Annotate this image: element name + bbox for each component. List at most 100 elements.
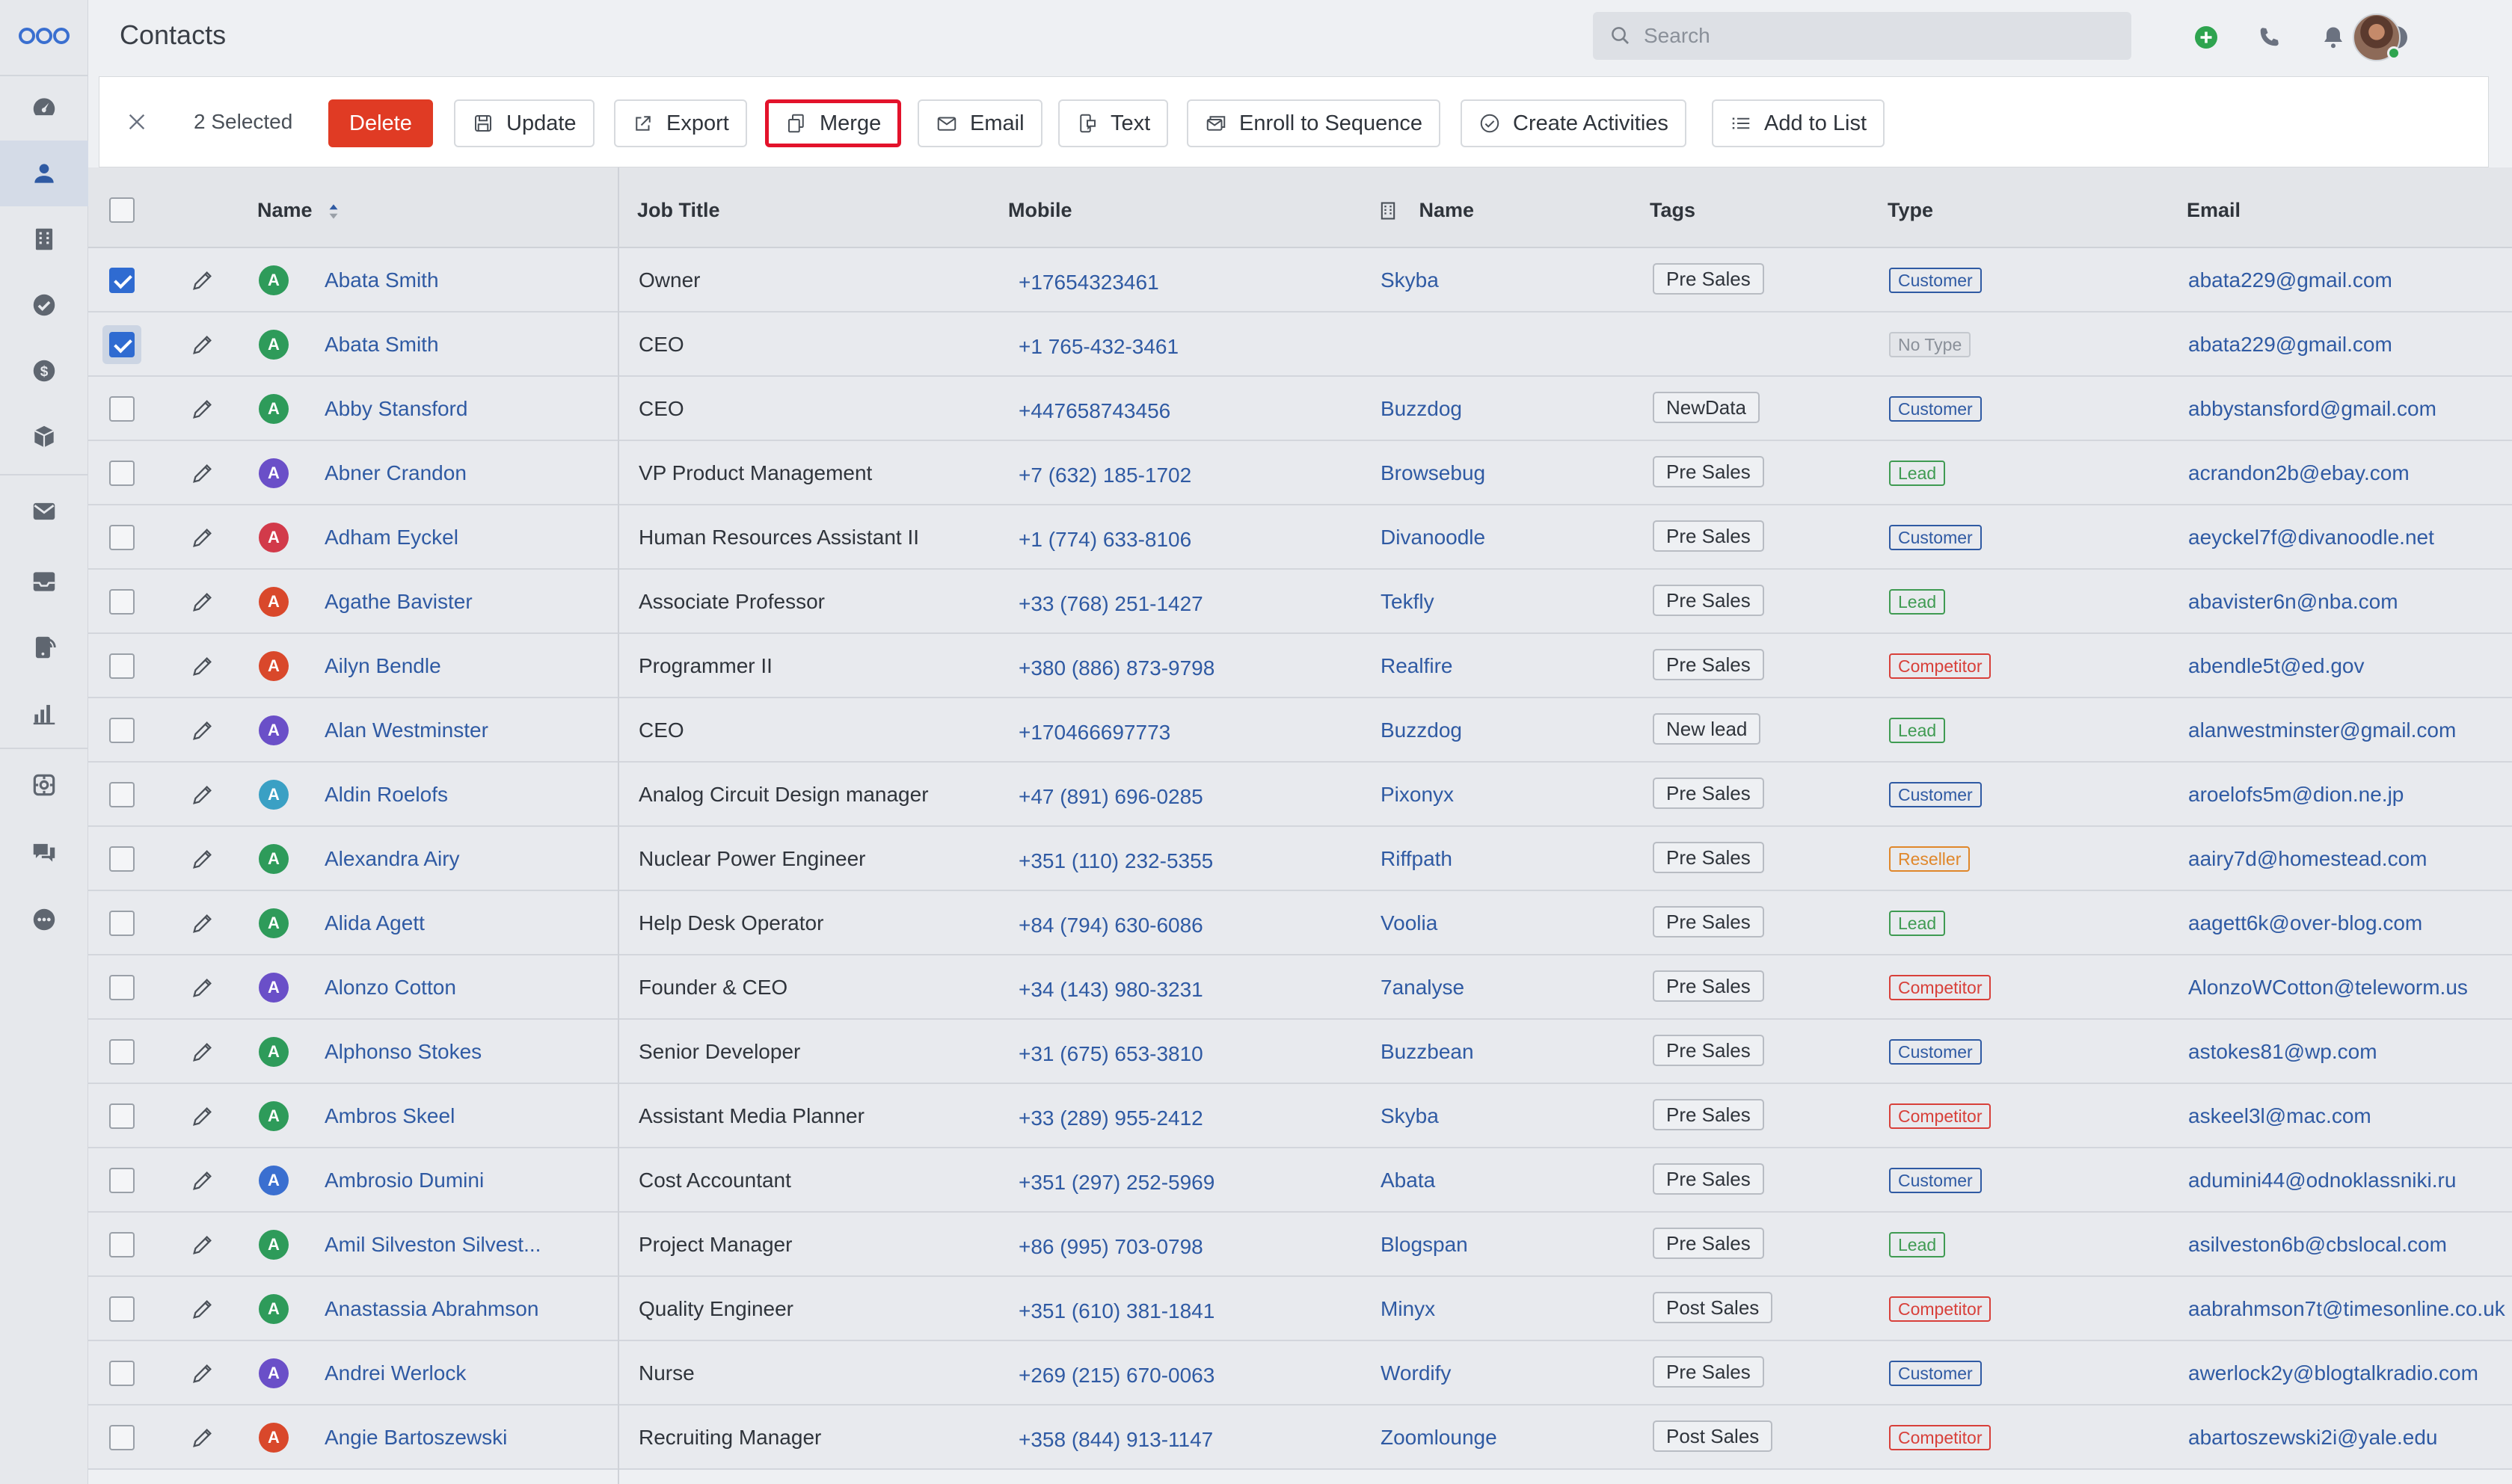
company-name-link[interactable]: Blogspan [1381,1233,1468,1257]
row-checkbox[interactable] [109,1232,135,1257]
mobile-number-link[interactable]: +34 (143) 980-3231 [1019,978,1203,1002]
tag-chip[interactable]: Pre Sales [1653,1099,1764,1130]
edit-pencil-icon[interactable] [190,975,215,1000]
tag-chip[interactable]: New lead [1653,713,1761,745]
sidebar-item-contacts[interactable] [0,141,88,206]
company-name-link[interactable]: Divanoodle [1381,526,1485,549]
export-button[interactable]: Export [614,99,747,147]
contact-name-link[interactable]: Ambros Skeel [325,1104,455,1128]
table-row[interactable]: A Anastassia Abrahmson Quality Engineer +35… [88,1277,2512,1341]
email-link[interactable]: AlonzoWCotton@teleworm.us [2188,976,2468,1000]
row-checkbox[interactable] [109,589,135,615]
email-link[interactable]: adumini44@odnoklassniki.ru [2188,1169,2456,1192]
email-link[interactable]: aroelofs5m@dion.ne.jp [2188,783,2404,807]
row-checkbox[interactable] [109,332,135,357]
edit-pencil-icon[interactable] [190,1232,215,1257]
email-link[interactable]: abbystansford@gmail.com [2188,397,2436,421]
select-all-checkbox[interactable] [109,197,135,223]
company-name-link[interactable]: Skyba [1381,268,1439,292]
sidebar-item-chat[interactable] [0,819,88,885]
table-row[interactable]: A Andrei Werlock Nurse +269 (215) 670-0063 W… [88,1341,2512,1406]
email-link[interactable]: asilveston6b@cbslocal.com [2188,1233,2447,1257]
table-row[interactable]: A Alexandra Airy Nuclear Power Engineer +35… [88,827,2512,891]
email-link[interactable]: abartoszewski2i@yale.edu [2188,1426,2437,1450]
email-link[interactable]: awerlock2y@blogtalkradio.com [2188,1361,2478,1385]
sidebar-item-more[interactable] [0,887,88,952]
tag-chip[interactable]: Pre Sales [1653,585,1764,616]
row-checkbox[interactable] [109,782,135,807]
tag-chip[interactable]: Pre Sales [1653,970,1764,1002]
row-checkbox[interactable] [109,975,135,1000]
column-header-mobile[interactable]: Mobile [1008,199,1072,222]
tag-chip[interactable]: Post Sales [1653,1420,1773,1452]
edit-pencil-icon[interactable] [190,268,215,293]
contact-name-link[interactable]: Alida Agett [325,911,425,935]
table-row[interactable]: A Aldin Roelofs Analog Circuit Design mana… [88,763,2512,827]
company-name-link[interactable]: Realfire [1381,654,1452,678]
mobile-number-link[interactable]: +170466697773 [1019,721,1170,745]
mobile-number-link[interactable]: +447658743456 [1019,399,1170,423]
table-row[interactable]: A Abata Smith Owner +17654323461 Skyba Pre Sa… [88,248,2512,312]
table-row[interactable]: A Adham Eyckel Human Resources Assistant I… [88,505,2512,570]
email-link[interactable]: alanwestminster@gmail.com [2188,718,2456,742]
sidebar-item-products[interactable] [0,404,88,469]
table-row[interactable]: A Alonzo Cotton Founder & CEO +34 (143) 980… [88,955,2512,1020]
edit-pencil-icon[interactable] [190,1296,215,1322]
email-link[interactable]: aabrahmson7t@timesonline.co.uk [2188,1297,2505,1321]
row-checkbox[interactable] [109,1039,135,1065]
tag-chip[interactable]: Pre Sales [1653,778,1764,809]
email-link[interactable]: aeyckel7f@divanoodle.net [2188,526,2434,549]
mobile-number-link[interactable]: +269 (215) 670-0063 [1019,1364,1214,1388]
edit-pencil-icon[interactable] [190,846,215,872]
table-row[interactable]: A Ambrosio Dumini Cost Accountant +351 (297… [88,1148,2512,1213]
mobile-number-link[interactable]: +33 (289) 955-2412 [1019,1106,1203,1130]
company-name-link[interactable]: Wordify [1381,1361,1451,1385]
edit-pencil-icon[interactable] [190,1361,215,1386]
mobile-number-link[interactable]: +33 (768) 251-1427 [1019,592,1203,616]
tag-chip[interactable]: Pre Sales [1653,1163,1764,1195]
sidebar-item-calls[interactable] [0,615,88,680]
tag-chip[interactable]: Pre Sales [1653,1228,1764,1259]
company-name-link[interactable]: Zoomlounge [1381,1426,1497,1450]
tag-chip[interactable]: Post Sales [1653,1292,1773,1323]
table-row[interactable]: A Alan Westminster CEO +170466697773 Buzzdog… [88,698,2512,763]
edit-pencil-icon[interactable] [190,332,215,357]
column-header-email[interactable]: Email [2187,199,2241,222]
contact-name-link[interactable]: Adham Eyckel [325,526,458,549]
company-name-link[interactable]: Buzzbean [1381,1040,1474,1064]
mobile-number-link[interactable]: +351 (110) 232-5355 [1019,849,1213,873]
row-checkbox[interactable] [109,525,135,550]
tag-chip[interactable]: Pre Sales [1653,906,1764,937]
row-checkbox[interactable] [109,718,135,743]
tag-chip[interactable]: Pre Sales [1653,456,1764,487]
email-link[interactable]: askeel3l@mac.com [2188,1104,2371,1128]
column-header-tags[interactable]: Tags [1650,199,1695,222]
contact-name-link[interactable]: Abner Crandon [325,461,467,485]
add-to-list-button[interactable]: Add to List [1712,99,1885,147]
sidebar-item-inbox[interactable] [0,549,88,615]
contact-name-link[interactable]: Angie Bartoszewski [325,1426,507,1450]
row-checkbox[interactable] [109,1296,135,1322]
edit-pencil-icon[interactable] [190,782,215,807]
app-logo-icon[interactable] [18,22,70,49]
column-header-name[interactable]: Name [257,199,339,222]
edit-pencil-icon[interactable] [190,1039,215,1065]
edit-pencil-icon[interactable] [190,718,215,743]
sidebar-item-dashboard[interactable] [0,75,88,141]
company-name-link[interactable]: Buzzdog [1381,397,1462,421]
company-name-link[interactable]: Riffpath [1381,847,1452,871]
mobile-number-link[interactable]: +351 (297) 252-5969 [1019,1171,1214,1195]
company-name-link[interactable]: Minyx [1381,1297,1435,1321]
column-header-company[interactable]: Name [1378,199,1474,222]
sidebar-item-deals[interactable]: $ [0,338,88,404]
email-link[interactable]: aairy7d@homestead.com [2188,847,2427,871]
contact-name-link[interactable]: Amil Silveston Silvest... [325,1233,541,1257]
company-name-link[interactable]: 7analyse [1381,976,1464,1000]
company-name-link[interactable]: Buzzdog [1381,718,1462,742]
email-link[interactable]: abendle5t@ed.gov [2188,654,2365,678]
column-header-job-title[interactable]: Job Title [637,199,720,222]
email-link[interactable]: abata229@gmail.com [2188,268,2392,292]
tag-chip[interactable]: Pre Sales [1653,520,1764,552]
sidebar-item-reports[interactable] [0,680,88,746]
tag-chip[interactable]: Pre Sales [1653,649,1764,680]
